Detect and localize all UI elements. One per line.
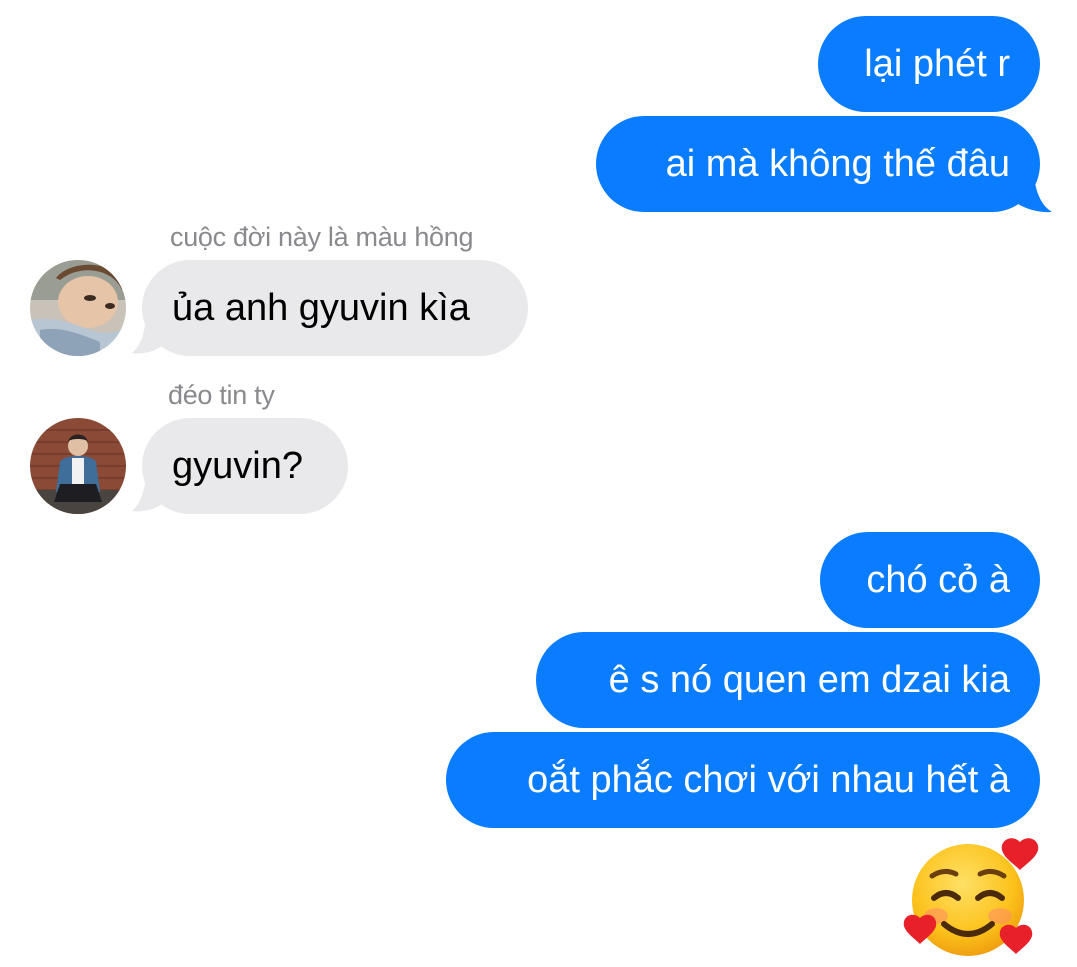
message-text: ai mà không thế đâu: [665, 143, 1010, 185]
outgoing-message-bubble[interactable]: ê s nó quen em dzai kia: [536, 632, 1040, 728]
message-text: chó cỏ à: [866, 559, 1010, 601]
outgoing-message-bubble[interactable]: ai mà không thế đâu: [596, 116, 1040, 212]
outgoing-message-bubble[interactable]: lại phét r: [818, 16, 1040, 112]
incoming-message-bubble[interactable]: ủa anh gyuvin kìa: [142, 260, 528, 356]
outgoing-message-bubble[interactable]: oắt phắc chơi với nhau hết à: [446, 732, 1040, 828]
sender-avatar[interactable]: [30, 418, 126, 514]
message-text: ủa anh gyuvin kìa: [172, 287, 470, 329]
message-text: oắt phắc chơi với nhau hết à: [527, 759, 1010, 801]
sender-name: cuộc đời này là màu hồng: [170, 222, 474, 252]
outgoing-bubble-tail: [1010, 176, 1052, 213]
incoming-message-bubble[interactable]: gyuvin?: [142, 418, 348, 514]
smiling-face-with-hearts-icon[interactable]: [902, 836, 1042, 962]
message-text: lại phét r: [864, 43, 1010, 85]
outgoing-message-bubble[interactable]: chó cỏ à: [820, 532, 1040, 628]
sender-name: đéo tin ty: [168, 380, 275, 410]
sender-avatar[interactable]: [30, 260, 126, 356]
message-text: gyuvin?: [172, 445, 303, 487]
message-text: ê s nó quen em dzai kia: [608, 659, 1010, 701]
